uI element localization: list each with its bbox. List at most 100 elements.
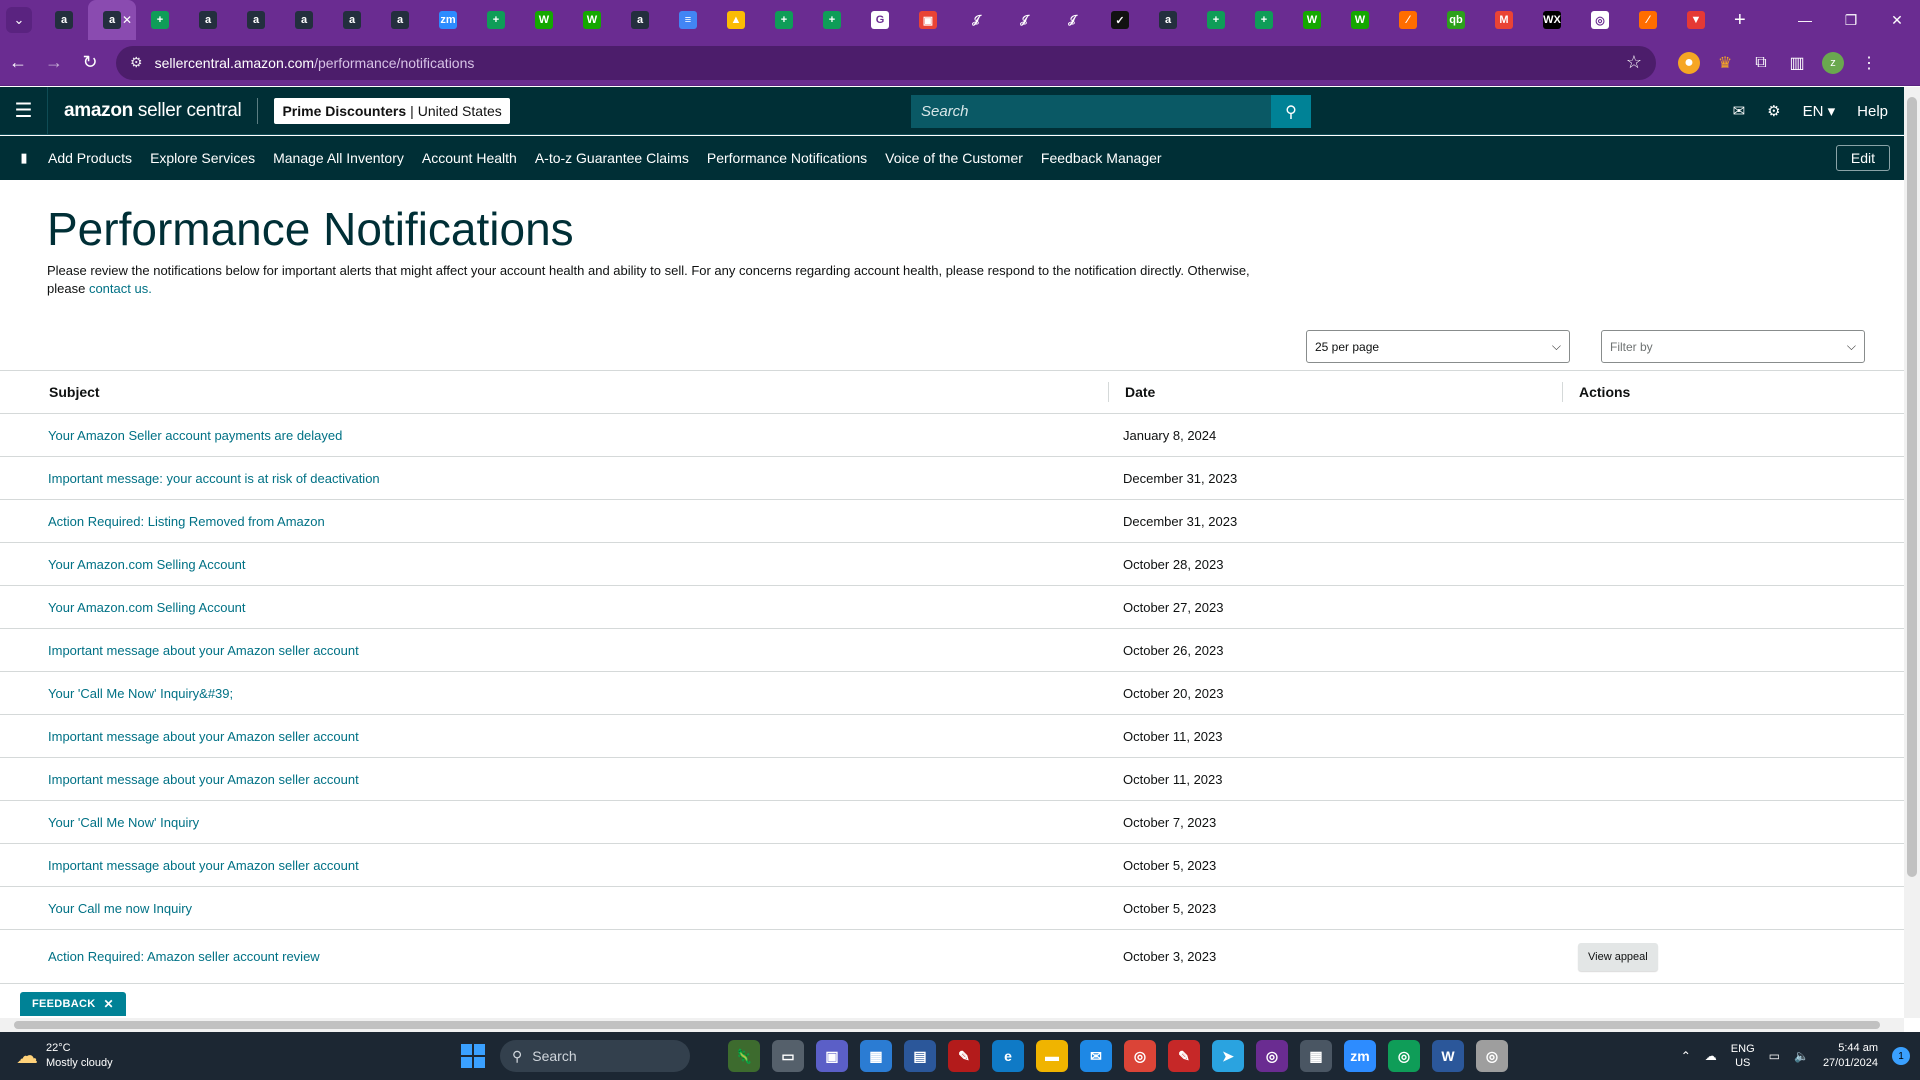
reload-icon[interactable]: ↻ — [72, 45, 108, 81]
browser-tab[interactable]: W — [1288, 0, 1336, 40]
browser-tab[interactable]: a — [280, 0, 328, 40]
browser-tab[interactable]: G — [856, 0, 904, 40]
volume-icon[interactable]: 🔈 — [1794, 1049, 1809, 1063]
new-tab-button[interactable]: + — [1734, 9, 1746, 32]
edit-nav-button[interactable]: Edit — [1835, 145, 1890, 171]
nav-manage-inventory[interactable]: Manage All Inventory — [273, 150, 404, 166]
menu-kebab-icon[interactable]: ⋮ — [1858, 52, 1880, 74]
browser-tab[interactable]: a — [184, 0, 232, 40]
nav-add-products[interactable]: Add Products — [48, 150, 132, 166]
date-header[interactable]: Date — [1108, 382, 1562, 402]
extension-icon[interactable]: ● — [1678, 51, 1700, 74]
language-selector[interactable]: EN ▾ — [1803, 102, 1836, 120]
hamburger-menu-icon[interactable]: ☰ — [0, 86, 48, 135]
notification-subject-link[interactable]: Important message about your Amazon sell… — [0, 643, 1108, 658]
network-icon[interactable]: ▭ — [1769, 1049, 1780, 1063]
bookmark-star-icon[interactable]: ☆ — [1626, 52, 1642, 73]
notification-subject-link[interactable]: Your Amazon Seller account payments are … — [0, 428, 1108, 443]
browser-tab[interactable]: ✓ — [1096, 0, 1144, 40]
browser-tab[interactable]: W — [1336, 0, 1384, 40]
gear-icon[interactable]: ⚙ — [1767, 102, 1780, 120]
seller-central-logo[interactable]: amazon seller central — [64, 100, 242, 122]
browser-tab[interactable]: + — [472, 0, 520, 40]
store-switcher[interactable]: Prime Discounters | United States — [274, 97, 510, 124]
close-window-icon[interactable]: ✕ — [1874, 0, 1920, 40]
browser-tab[interactable]: WX — [1528, 0, 1576, 40]
browser-tab[interactable]: ▣ — [904, 0, 952, 40]
browser-tab[interactable]: + — [136, 0, 184, 40]
puzzle-icon[interactable]: ⧉ — [1750, 52, 1772, 74]
chrome-icon[interactable]: ◎ — [1124, 1040, 1156, 1072]
search-input[interactable] — [911, 95, 1271, 128]
chrome-icon[interactable]: ◎ — [1388, 1040, 1420, 1072]
nav-performance-notifications[interactable]: Performance Notifications — [707, 150, 867, 166]
filter-select[interactable]: Filter by ⌵ — [1601, 330, 1865, 363]
close-tab-icon[interactable]: ✕ — [122, 13, 132, 27]
browser-tab[interactable]: ⁄ — [1384, 0, 1432, 40]
edge-icon[interactable]: e — [992, 1040, 1024, 1072]
mail-icon[interactable]: ✉ — [1733, 102, 1746, 120]
search-button[interactable]: ⚲ — [1271, 95, 1311, 128]
notification-subject-link[interactable]: Your Amazon.com Selling Account — [0, 600, 1108, 615]
notification-subject-link[interactable]: Important message about your Amazon sell… — [0, 729, 1108, 744]
start-button[interactable] — [461, 1044, 485, 1068]
nav-feedback-manager[interactable]: Feedback Manager — [1041, 150, 1162, 166]
browser-tab[interactable]: 𝒥 — [1048, 0, 1096, 40]
clock[interactable]: 5:44 am 27/01/2024 — [1823, 1041, 1878, 1071]
bookmark-icon[interactable]: ▮ — [0, 150, 48, 166]
chrome-icon[interactable]: ◎ — [1256, 1040, 1288, 1072]
back-icon[interactable]: ← — [0, 45, 36, 81]
subject-header[interactable]: Subject — [0, 384, 1108, 400]
side-panel-icon[interactable]: ▥ — [1786, 52, 1808, 74]
chameleon-icon[interactable]: 🦎 — [728, 1040, 760, 1072]
close-icon[interactable]: ✕ — [104, 997, 114, 1011]
minimize-icon[interactable]: — — [1782, 0, 1828, 40]
per-page-select[interactable]: 25 per page ⌵ — [1306, 330, 1570, 363]
horizontal-scrollbar[interactable] — [0, 1018, 1904, 1032]
scrollbar-thumb[interactable] — [14, 1021, 1880, 1029]
profile-avatar[interactable]: z — [1822, 51, 1844, 74]
address-bar[interactable]: ⚙ sellercentral.amazon.com/performance/n… — [116, 45, 1656, 80]
chevron-up-icon[interactable]: ⌃ — [1681, 1049, 1691, 1063]
notification-subject-link[interactable]: Your 'Call Me Now' Inquiry — [0, 815, 1108, 830]
browser-tab[interactable]: ⁄ — [1624, 0, 1672, 40]
restore-icon[interactable]: ❐ — [1828, 0, 1874, 40]
tab-search-button[interactable]: ⌄ — [6, 7, 32, 33]
nav-voice-of-customer[interactable]: Voice of the Customer — [885, 150, 1023, 166]
contact-us-link[interactable]: contact us. — [89, 281, 152, 296]
word-icon[interactable]: W — [1432, 1040, 1464, 1072]
notification-subject-link[interactable]: Your Call me now Inquiry — [0, 901, 1108, 916]
browser-tab[interactable]: ≡ — [664, 0, 712, 40]
app-icon[interactable]: ✎ — [1168, 1040, 1200, 1072]
forward-icon[interactable]: → — [36, 45, 72, 81]
notification-subject-link[interactable]: Your 'Call Me Now' Inquiry&#39; — [0, 686, 1108, 701]
feedback-tab[interactable]: FEEDBACK ✕ — [20, 992, 126, 1016]
nav-account-health[interactable]: Account Health — [422, 150, 517, 166]
folder-icon[interactable]: ▬ — [1036, 1040, 1068, 1072]
notification-badge[interactable]: 1 — [1892, 1047, 1910, 1065]
browser-tab[interactable]: a — [616, 0, 664, 40]
browser-tab[interactable]: ▲ — [712, 0, 760, 40]
mail-icon[interactable]: ✉ — [1080, 1040, 1112, 1072]
notification-subject-link[interactable]: Action Required: Amazon seller account r… — [0, 949, 1108, 964]
onedrive-icon[interactable]: ☁ — [1705, 1049, 1717, 1063]
site-info-icon[interactable]: ⚙ — [130, 54, 143, 71]
browser-tab[interactable]: W — [520, 0, 568, 40]
browser-tab[interactable]: ▼ — [1672, 0, 1720, 40]
telegram-icon[interactable]: ➤ — [1212, 1040, 1244, 1072]
browser-tab[interactable]: 𝒥 — [952, 0, 1000, 40]
browser-tab[interactable]: + — [808, 0, 856, 40]
notification-subject-link[interactable]: Important message about your Amazon sell… — [0, 772, 1108, 787]
notification-subject-link[interactable]: Important message about your Amazon sell… — [0, 858, 1108, 873]
scrollbar-thumb[interactable] — [1907, 97, 1917, 877]
browser-tab[interactable]: + — [760, 0, 808, 40]
browser-tab[interactable]: ◎ — [1576, 0, 1624, 40]
notification-subject-link[interactable]: Your Amazon.com Selling Account — [0, 557, 1108, 572]
app-icon[interactable]: ✎ — [948, 1040, 980, 1072]
vertical-scrollbar[interactable] — [1904, 87, 1920, 1018]
browser-tab[interactable]: a — [328, 0, 376, 40]
taskview-icon[interactable]: ▭ — [772, 1040, 804, 1072]
taskbar-search[interactable]: ⚲ Search — [500, 1040, 690, 1072]
store-icon[interactable]: ▦ — [860, 1040, 892, 1072]
chrome-icon[interactable]: ◎ — [1476, 1040, 1508, 1072]
